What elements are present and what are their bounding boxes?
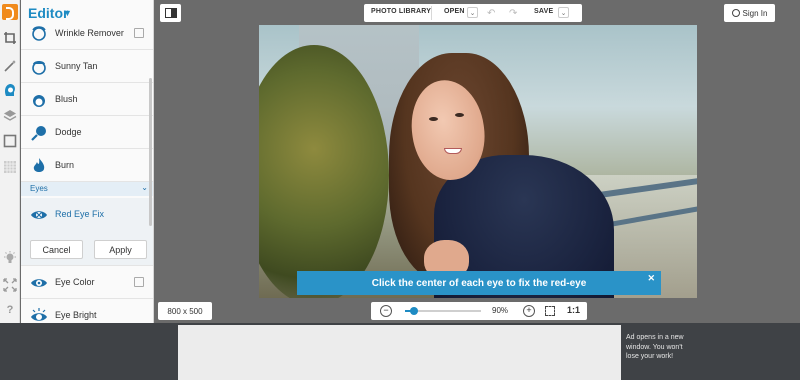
- wrinkle-icon: [32, 26, 46, 41]
- tool-eye-bright[interactable]: Eye Bright: [21, 299, 153, 323]
- tool-label: Dodge: [55, 127, 82, 137]
- sunny-tan-icon: [32, 61, 46, 75]
- chevron-down-icon[interactable]: ⌄: [558, 7, 569, 18]
- eye-color-icon: [31, 279, 47, 287]
- photo-library-button[interactable]: PHOTO LIBRARY: [371, 8, 431, 15]
- image-size-badge: 800 x 500: [158, 302, 212, 320]
- tool-label: Eye Color: [55, 277, 95, 287]
- section-label: Eyes: [30, 184, 48, 193]
- tool-label: Burn: [55, 160, 75, 170]
- section-eyes[interactable]: Eyes ⌄: [21, 182, 153, 196]
- zoom-in-icon[interactable]: +: [523, 305, 535, 317]
- editor-panel: Editor ▼ Wrinkle Remover Sunny Tan Blush…: [21, 0, 154, 323]
- logo-icon[interactable]: [2, 4, 18, 20]
- redo-icon[interactable]: ↷: [509, 8, 517, 19]
- open-button[interactable]: OPEN: [444, 8, 465, 15]
- chevron-down-icon: ⌄: [141, 183, 148, 192]
- zoom-level: 90%: [492, 306, 509, 315]
- chevron-down-icon[interactable]: ⌄: [467, 7, 478, 18]
- panel-scrollbar[interactable]: [149, 78, 152, 226]
- panel-header: Editor ▼: [21, 0, 153, 26]
- light-bulb-icon[interactable]: [3, 251, 17, 265]
- tool-label: Sunny Tan: [55, 61, 98, 71]
- layers-icon[interactable]: [3, 109, 17, 123]
- tool-label: Blush: [55, 94, 78, 104]
- expand-icon[interactable]: [3, 278, 17, 292]
- sign-in-label: Sign In: [742, 8, 768, 18]
- ad-note: Ad opens in a new window. You won't lose…: [626, 334, 684, 360]
- photo-eye-right[interactable]: [455, 113, 464, 117]
- compare-button[interactable]: [160, 4, 181, 22]
- frame-icon[interactable]: [3, 134, 17, 148]
- eye-bright-icon: [31, 308, 47, 321]
- main-toolbar: PHOTO LIBRARY OPEN ⌄ ↶ ↷ SAVE ⌄: [364, 4, 582, 22]
- toolbar-divider: [431, 6, 432, 20]
- actual-size-button[interactable]: 1:1: [567, 305, 580, 315]
- zoom-slider[interactable]: [405, 307, 481, 315]
- tool-label: Eye Bright: [55, 310, 97, 320]
- zoom-slider-handle[interactable]: [410, 307, 418, 315]
- texture-icon[interactable]: [3, 160, 17, 174]
- premium-badge-icon: [134, 277, 144, 287]
- zoom-out-icon[interactable]: −: [380, 305, 392, 317]
- tool-red-eye-fix[interactable]: Red Eye Fix Cancel Apply: [21, 198, 153, 266]
- tool-blush[interactable]: Blush: [21, 83, 153, 116]
- red-eye-icon: [31, 211, 47, 219]
- fit-screen-icon[interactable]: [545, 306, 555, 316]
- tool-burn[interactable]: Burn: [21, 149, 153, 182]
- cancel-button[interactable]: Cancel: [30, 240, 83, 259]
- zoom-bar: − 90% + 1:1: [371, 302, 587, 320]
- tool-rail: ?: [0, 0, 20, 323]
- magic-wand-icon[interactable]: [3, 59, 17, 73]
- help-icon[interactable]: ?: [3, 303, 17, 317]
- sign-in-button[interactable]: Sign In: [724, 4, 775, 22]
- photo-eye-left[interactable]: [429, 117, 438, 121]
- tool-eye-color[interactable]: Eye Color: [21, 266, 153, 299]
- user-icon: [731, 9, 740, 17]
- photo-canvas[interactable]: [259, 25, 697, 298]
- crop-icon[interactable]: [3, 31, 17, 45]
- burn-icon: [33, 158, 45, 172]
- premium-badge-icon: [134, 28, 144, 38]
- dodge-icon: [31, 126, 46, 141]
- face-icon[interactable]: [3, 83, 17, 97]
- tool-label: Red Eye Fix: [55, 209, 105, 219]
- compare-icon: [164, 8, 177, 18]
- save-button[interactable]: SAVE: [534, 8, 553, 15]
- close-icon[interactable]: ✕: [647, 273, 655, 284]
- undo-icon[interactable]: ↶: [487, 8, 495, 19]
- apply-button[interactable]: Apply: [94, 240, 147, 259]
- blush-icon: [33, 95, 45, 107]
- ad-slot[interactable]: [178, 325, 621, 380]
- tool-sunny-tan[interactable]: Sunny Tan: [21, 50, 153, 83]
- chevron-down-icon[interactable]: ▼: [63, 8, 72, 18]
- instruction-banner: Click the center of each eye to fix the …: [297, 271, 661, 295]
- tool-dodge[interactable]: Dodge: [21, 116, 153, 149]
- tool-label: Wrinkle Remover: [55, 28, 124, 38]
- instruction-text: Click the center of each eye to fix the …: [371, 277, 587, 289]
